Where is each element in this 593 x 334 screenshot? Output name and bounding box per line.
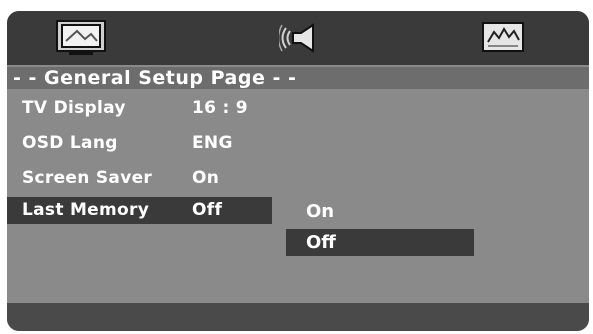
setting-value: On <box>192 168 220 188</box>
setting-value: 16 : 9 <box>192 98 248 118</box>
tab-audio-setup[interactable] <box>269 16 333 60</box>
setting-label: Last Memory <box>22 200 150 220</box>
status-bar <box>7 303 589 331</box>
submenu-option-label: Off <box>306 232 336 253</box>
page-title: - - General Setup Page - - <box>7 67 589 89</box>
preferences-icon <box>480 20 526 56</box>
tab-preference-setup[interactable] <box>471 16 535 60</box>
setting-row-last-memory[interactable]: Last Memory Off <box>7 197 272 224</box>
tv-icon <box>55 19 107 57</box>
setting-row-tv-display[interactable]: TV Display 16 : 9 <box>7 95 272 122</box>
category-tab-bar <box>7 11 589 65</box>
submenu-option-label: On <box>306 201 335 222</box>
tab-general-setup[interactable] <box>49 16 113 60</box>
submenu-option-on[interactable]: On <box>286 198 474 225</box>
setting-label: Screen Saver <box>22 168 153 188</box>
setting-row-screen-saver[interactable]: Screen Saver On <box>7 165 272 192</box>
setting-value: ENG <box>192 133 233 153</box>
submenu-option-off[interactable]: Off <box>286 229 474 256</box>
setup-menu-window: - - General Setup Page - - TV Display 16… <box>7 11 589 331</box>
setting-value: Off <box>192 200 223 220</box>
speaker-icon <box>279 19 323 57</box>
setting-row-osd-lang[interactable]: OSD Lang ENG <box>7 130 272 157</box>
setting-label: OSD Lang <box>22 133 118 153</box>
setting-label: TV Display <box>22 98 126 118</box>
